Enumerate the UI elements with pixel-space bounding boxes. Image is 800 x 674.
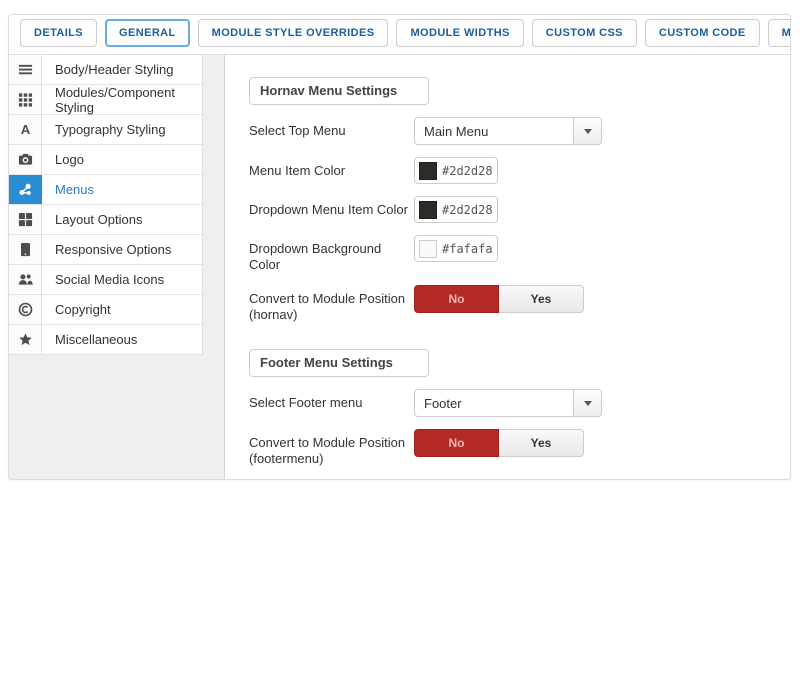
color-swatch: [419, 201, 437, 219]
convert-hornav-row: Convert to Module Position (hornav) No Y…: [249, 285, 790, 323]
settings-sidebar: Body/Header Styling Modules/Component St…: [9, 55, 225, 479]
sidebar-item-label: Responsive Options: [42, 235, 171, 264]
grid-icon: [9, 85, 42, 114]
tab-bar: DETAILS GENERAL MODULE STYLE OVERRIDES M…: [9, 15, 790, 55]
sidebar-item-typography-styling[interactable]: A Typography Styling: [9, 115, 202, 145]
tab-custom-css[interactable]: CUSTOM CSS: [532, 19, 637, 47]
star-icon: [9, 325, 42, 354]
convert-hornav-toggle: No Yes: [414, 285, 584, 313]
dropdown-background-color-label: Dropdown Background Color: [249, 235, 414, 273]
menu-item-color-row: Menu Item Color #2d2d28: [249, 157, 790, 184]
dropdown-background-color-input[interactable]: #fafafa: [414, 235, 498, 262]
sidebar-item-miscellaneous[interactable]: Miscellaneous: [9, 325, 202, 355]
dropdown-caret-button[interactable]: [573, 390, 601, 416]
share-icon: [9, 175, 42, 204]
sidebar-item-label: Social Media Icons: [42, 265, 164, 294]
toggle-no-button[interactable]: No: [414, 285, 499, 313]
dropdown-caret-button[interactable]: [573, 118, 601, 144]
sidebar-item-menus[interactable]: Menus: [9, 175, 202, 205]
camera-icon: [9, 145, 42, 174]
template-settings-panel: DETAILS GENERAL MODULE STYLE OVERRIDES M…: [8, 14, 791, 480]
select-footer-menu-label: Select Footer menu: [249, 389, 414, 411]
convert-footermenu-toggle: No Yes: [414, 429, 584, 457]
tab-menu-assignment[interactable]: MENU ASSIGNMENT: [768, 19, 791, 47]
sidebar-item-label: Logo: [42, 145, 84, 174]
toggle-yes-button[interactable]: Yes: [499, 429, 584, 457]
dropdown-menu-item-color-row: Dropdown Menu Item Color #2d2d28: [249, 196, 790, 223]
color-hex-value: #fafafa: [442, 242, 493, 256]
chevron-down-icon: [584, 401, 592, 406]
tab-details[interactable]: DETAILS: [20, 19, 97, 47]
footer-section-heading: Footer Menu Settings: [249, 349, 429, 377]
font-icon: A: [9, 115, 42, 144]
svg-text:A: A: [20, 122, 30, 137]
sidebar-item-modules-component-styling[interactable]: Modules/Component Styling: [9, 85, 202, 115]
dropdown-menu-item-color-label: Dropdown Menu Item Color: [249, 196, 414, 218]
menu-item-color-label: Menu Item Color: [249, 157, 414, 179]
sidebar-list: Body/Header Styling Modules/Component St…: [9, 55, 203, 355]
footer-menu-settings-section: Footer Menu Settings Select Footer menu …: [249, 349, 790, 467]
select-footer-menu-row: Select Footer menu Footer: [249, 389, 790, 417]
tab-module-style-overrides[interactable]: MODULE STYLE OVERRIDES: [198, 19, 389, 47]
sidebar-item-social-media-icons[interactable]: Social Media Icons: [9, 265, 202, 295]
select-top-menu-label: Select Top Menu: [249, 117, 414, 139]
select-top-menu-value: Main Menu: [415, 118, 573, 144]
users-icon: [9, 265, 42, 294]
sidebar-item-label: Modules/Component Styling: [42, 85, 202, 114]
tab-custom-code[interactable]: CUSTOM CODE: [645, 19, 760, 47]
select-top-menu-dropdown[interactable]: Main Menu: [414, 117, 602, 145]
color-swatch: [419, 162, 437, 180]
select-footer-menu-dropdown[interactable]: Footer: [414, 389, 602, 417]
hornav-section-heading: Hornav Menu Settings: [249, 77, 429, 105]
convert-footermenu-label: Convert to Module Position (footermenu): [249, 429, 414, 467]
convert-hornav-label: Convert to Module Position (hornav): [249, 285, 414, 323]
sidebar-item-label: Body/Header Styling: [42, 55, 174, 84]
color-swatch: [419, 240, 437, 258]
bars-icon: [9, 55, 42, 84]
chevron-down-icon: [584, 129, 592, 134]
convert-footermenu-row: Convert to Module Position (footermenu) …: [249, 429, 790, 467]
sidebar-item-body-header-styling[interactable]: Body/Header Styling: [9, 55, 202, 85]
hornav-menu-settings-section: Hornav Menu Settings Select Top Menu Mai…: [249, 77, 790, 323]
tablet-icon: [9, 235, 42, 264]
th-large-icon: [9, 205, 42, 234]
tab-content: Body/Header Styling Modules/Component St…: [9, 55, 790, 479]
tab-module-widths[interactable]: MODULE WIDTHS: [396, 19, 523, 47]
sidebar-item-label: Layout Options: [42, 205, 142, 234]
sidebar-item-label: Copyright: [42, 295, 111, 324]
sidebar-item-responsive-options[interactable]: Responsive Options: [9, 235, 202, 265]
sidebar-item-logo[interactable]: Logo: [9, 145, 202, 175]
menus-settings-pane: Hornav Menu Settings Select Top Menu Mai…: [225, 55, 790, 479]
menu-item-color-input[interactable]: #2d2d28: [414, 157, 498, 184]
color-hex-value: #2d2d28: [442, 203, 493, 217]
sidebar-item-label: Miscellaneous: [42, 325, 137, 354]
sidebar-item-layout-options[interactable]: Layout Options: [9, 205, 202, 235]
toggle-no-button[interactable]: No: [414, 429, 499, 457]
tab-general[interactable]: GENERAL: [105, 19, 190, 47]
dropdown-background-color-row: Dropdown Background Color #fafafa: [249, 235, 790, 273]
sidebar-item-label: Typography Styling: [42, 115, 166, 144]
color-hex-value: #2d2d28: [442, 164, 493, 178]
select-footer-menu-value: Footer: [415, 390, 573, 416]
select-top-menu-row: Select Top Menu Main Menu: [249, 117, 790, 145]
copyright-icon: [9, 295, 42, 324]
dropdown-menu-item-color-input[interactable]: #2d2d28: [414, 196, 498, 223]
sidebar-item-label: Menus: [42, 175, 94, 204]
sidebar-item-copyright[interactable]: Copyright: [9, 295, 202, 325]
toggle-yes-button[interactable]: Yes: [499, 285, 584, 313]
